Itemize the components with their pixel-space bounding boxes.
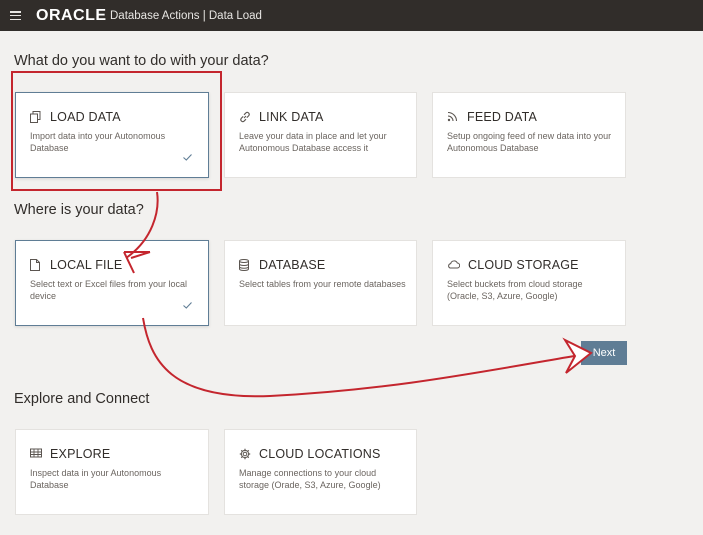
checkmark-icon xyxy=(183,302,192,309)
section-title-explore: Explore and Connect xyxy=(14,391,150,407)
link-data-card[interactable]: LINK DATA Leave your data in place and l… xyxy=(224,92,417,178)
section-title-where: Where is your data? xyxy=(14,202,144,218)
cloud-locations-card[interactable]: CLOUD LOCATIONS Manage connections to yo… xyxy=(224,429,417,515)
card-title: CLOUD LOCATIONS xyxy=(259,447,381,461)
card-title: LOAD DATA xyxy=(50,110,121,124)
card-description: Select text or Excel files from your loc… xyxy=(30,279,188,301)
feed-icon xyxy=(447,111,459,124)
database-icon xyxy=(239,258,251,272)
card-title: DATABASE xyxy=(259,258,326,272)
feed-data-card[interactable]: FEED DATA Setup ongoing feed of new data… xyxy=(432,92,626,178)
cloud-storage-card[interactable]: CLOUD STORAGE Select buckets from cloud … xyxy=(432,240,626,326)
file-icon xyxy=(30,258,42,272)
load-data-card[interactable]: LOAD DATA Import data into your Autonomo… xyxy=(15,92,209,178)
card-title: EXPLORE xyxy=(50,447,111,461)
card-description: Select buckets from cloud storage (Oracl… xyxy=(447,279,583,301)
gear-icon xyxy=(239,448,251,461)
card-description: Inspect data in your Autonomous Database xyxy=(30,468,162,490)
card-description: Select tables from your remote databases xyxy=(239,279,406,289)
card-description: Leave your data in place and let your Au… xyxy=(239,131,387,153)
card-title: FEED DATA xyxy=(467,110,538,124)
card-title: CLOUD STORAGE xyxy=(468,258,579,272)
card-description: Import data into your Autonomous Databas… xyxy=(30,131,166,153)
table-icon xyxy=(30,448,42,461)
hamburger-menu-icon[interactable] xyxy=(10,11,21,20)
card-title: LOCAL FILE xyxy=(50,258,123,272)
card-description: Setup ongoing feed of new data into your… xyxy=(447,131,612,153)
database-card[interactable]: DATABASE Select tables from your remote … xyxy=(224,240,417,326)
oracle-logo: ORACLE xyxy=(36,7,107,24)
app-title: Database Actions | Data Load xyxy=(110,10,262,22)
top-bar: ORACLE Database Actions | Data Load xyxy=(0,0,703,31)
copy-icon xyxy=(30,110,42,124)
section-title-what: What do you want to do with your data? xyxy=(14,53,269,69)
explore-card[interactable]: EXPLORE Inspect data in your Autonomous … xyxy=(15,429,209,515)
card-title: LINK DATA xyxy=(259,110,324,124)
local-file-card[interactable]: LOCAL FILE Select text or Excel files fr… xyxy=(15,240,209,326)
checkmark-icon xyxy=(183,154,192,161)
link-icon xyxy=(239,111,251,124)
next-button[interactable]: Next xyxy=(581,341,627,365)
card-description: Manage connections to your cloud storage… xyxy=(239,468,381,490)
cloud-icon xyxy=(447,259,460,272)
